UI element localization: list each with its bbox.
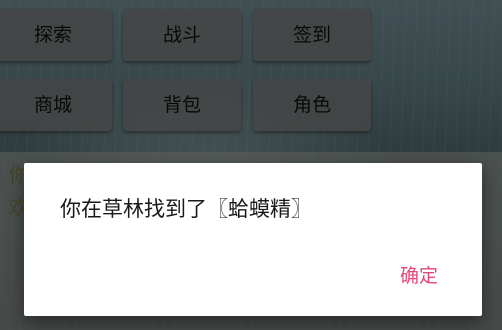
dialog-message: 你在草林找到了〖蛤蟆精〗 <box>60 197 312 221</box>
alert-dialog: 你在草林找到了〖蛤蟆精〗 确定 <box>24 163 482 316</box>
confirm-button[interactable]: 确定 <box>400 261 438 288</box>
